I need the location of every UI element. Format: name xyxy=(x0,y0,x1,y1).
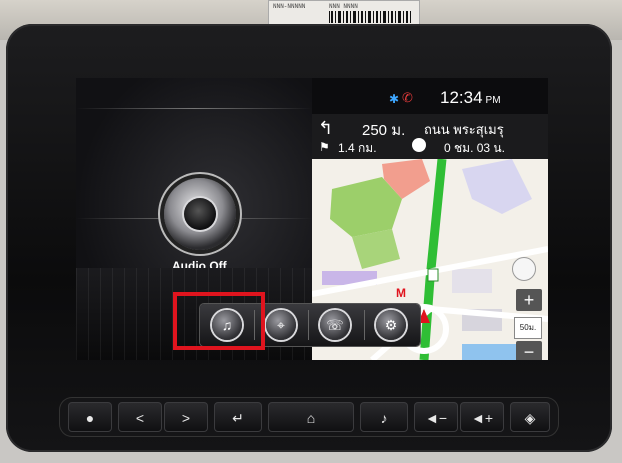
water-area xyxy=(462,344,522,360)
store-icon xyxy=(427,268,439,282)
status-bar: ✱ ✆ 12:34 PM xyxy=(312,78,548,114)
prev-button[interactable]: < xyxy=(118,402,162,432)
back-button[interactable]: ↵ xyxy=(214,402,262,432)
settings-icon[interactable]: ⚙ xyxy=(376,310,406,340)
barcode xyxy=(329,11,411,23)
phone-off-icon: ✆ xyxy=(402,90,413,105)
dock-separator xyxy=(364,310,365,340)
sticker-text-2: NNN NNNN xyxy=(329,3,358,10)
sticker-text-1: NNN-NNNNN xyxy=(273,3,306,10)
next-button[interactable]: > xyxy=(164,402,208,432)
speaker-cone xyxy=(184,198,216,230)
street-name: ถนน พระสุเมรุ xyxy=(424,122,504,137)
zoom-in-button[interactable]: + xyxy=(516,289,542,311)
media-power-button[interactable]: ♪ xyxy=(360,402,408,432)
dock-separator xyxy=(308,310,309,340)
divider-line xyxy=(76,108,312,109)
restaurant-icon: M xyxy=(396,286,406,300)
volume-up-button[interactable]: ◄+ xyxy=(460,402,504,432)
touchscreen: Audio Off ✱ ✆ 12:34 PM ↰ 250 ม. ถนน พระสุ… xyxy=(76,78,548,360)
eta-time: 0 ชม. 03 น. xyxy=(444,141,505,155)
clock-ampm: PM xyxy=(485,95,501,106)
clock-icon xyxy=(412,138,426,152)
guidance-panel: ↰ 250 ม. ถนน พระสุเมรุ ⚑ 1.4 กม. 0 ชม. 0… xyxy=(312,114,548,159)
trip-distance: 1.4 กม. xyxy=(338,141,377,155)
compass-icon[interactable] xyxy=(512,257,536,281)
destination-flag-icon: ⚑ xyxy=(319,140,330,154)
volume-down-button[interactable]: ◄− xyxy=(414,402,458,432)
selection-highlight xyxy=(173,292,265,350)
home-button[interactable]: ⌂ xyxy=(268,402,354,432)
navigation-icon[interactable]: ⌖ xyxy=(266,310,296,340)
location-button[interactable]: ● xyxy=(68,402,112,432)
speaker-icon[interactable] xyxy=(164,178,236,250)
zoom-out-button[interactable]: − xyxy=(516,341,542,360)
hardware-button-bar: ● < > ↵ ⌂ ♪ ◄− ◄+ ◈ xyxy=(60,398,558,436)
barcode-sticker: NNN-NNNNN NNN NNNN xyxy=(268,0,420,26)
bluetooth-icon: ✱ xyxy=(389,92,400,106)
building-block xyxy=(452,269,492,293)
map-scale: 50ม. xyxy=(514,317,542,339)
clock-time: 12:34 xyxy=(440,88,483,107)
turn-left-icon: ↰ xyxy=(318,118,334,138)
nav-button[interactable]: ◈ xyxy=(510,402,550,432)
phone-icon[interactable]: ☏ xyxy=(320,310,350,340)
clock: 12:34 PM xyxy=(440,88,501,108)
